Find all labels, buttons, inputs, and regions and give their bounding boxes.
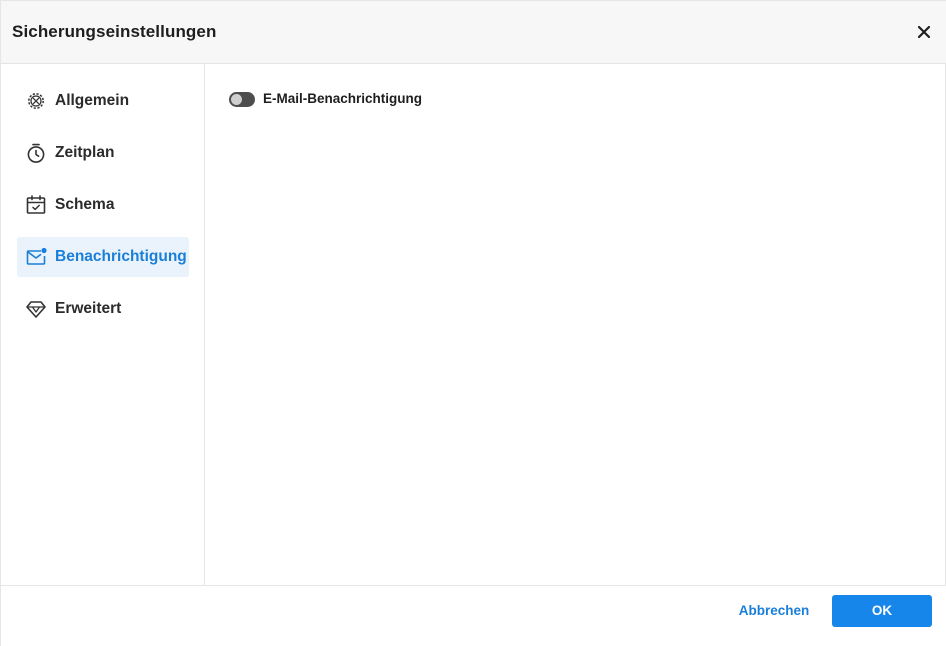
sidebar-item-label: Benachrichtigung <box>55 248 187 265</box>
calendar-check-icon <box>25 194 47 216</box>
sidebar-item-erweitert[interactable]: Erweitert <box>17 289 189 329</box>
sidebar-item-benachrichtigung[interactable]: Benachrichtigung <box>17 237 189 277</box>
cancel-button[interactable]: Abbrechen <box>728 595 820 627</box>
dialog-footer: Abbrechen OK <box>1 585 946 646</box>
stopwatch-icon <box>25 142 47 164</box>
sidebar-item-schema[interactable]: Schema <box>17 185 189 225</box>
toggle-knob <box>231 94 242 105</box>
ok-button[interactable]: OK <box>832 595 932 627</box>
sidebar-item-allgemein[interactable]: Allgemein <box>17 81 189 121</box>
close-icon <box>917 25 931 39</box>
mail-notification-icon <box>25 246 47 268</box>
dialog-title: Sicherungseinstellungen <box>12 22 217 41</box>
settings-sidebar: Allgemein Zeitplan Schema Benachrichtigu… <box>1 64 205 585</box>
close-button[interactable] <box>915 23 933 41</box>
sidebar-item-label: Schema <box>55 196 115 213</box>
sidebar-item-label: Zeitplan <box>55 144 115 161</box>
diamond-icon <box>25 298 47 320</box>
dialog-header: Sicherungseinstellungen <box>1 1 946 64</box>
settings-content: E-Mail-Benachrichtigung <box>206 64 946 585</box>
gear-icon <box>25 90 47 112</box>
backup-settings-dialog: Sicherungseinstellungen Allgemein Zeitpl… <box>0 0 946 646</box>
sidebar-item-label: Allgemein <box>55 92 130 109</box>
sidebar-item-label: Erweitert <box>55 300 122 317</box>
sidebar-item-zeitplan[interactable]: Zeitplan <box>17 133 189 173</box>
email-notification-toggle[interactable] <box>229 92 255 107</box>
email-notification-label: E-Mail-Benachrichtigung <box>263 91 423 106</box>
